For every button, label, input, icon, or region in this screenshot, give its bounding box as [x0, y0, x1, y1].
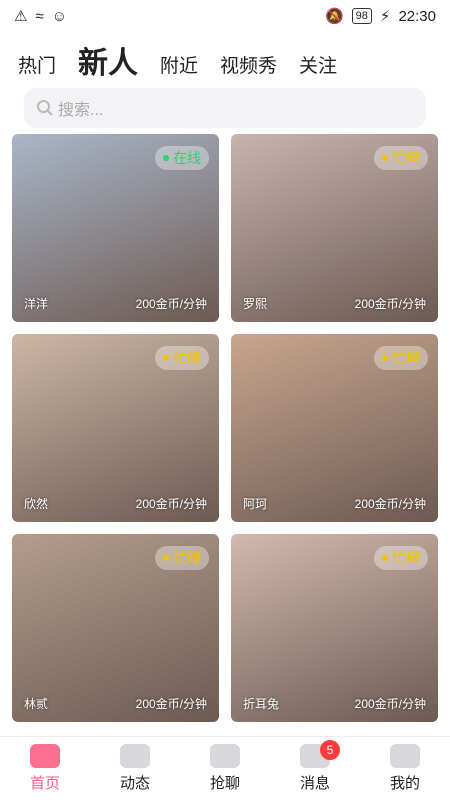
user-name: 林贰: [24, 697, 49, 711]
status-badge: 忙碌: [374, 146, 428, 170]
search-placeholder: 搜索...: [58, 102, 104, 119]
status-badge: 忙碌: [374, 346, 428, 370]
user-name: 阿珂: [243, 497, 268, 511]
status-badge: 忙碌: [374, 546, 428, 570]
chart-icon: [210, 744, 240, 768]
nav-item-1[interactable]: 动态: [100, 744, 170, 793]
status-dot-icon: [163, 155, 169, 161]
tab-follow[interactable]: 关注: [299, 51, 337, 86]
status-dot-icon: [163, 355, 169, 361]
tab-newcomer[interactable]: 新人: [78, 38, 138, 94]
alert-icon: ⚠: [14, 8, 28, 25]
mute-icon: 🔕: [324, 8, 344, 25]
unread-badge: 5: [320, 740, 340, 760]
nav-item-3[interactable]: 消息 5: [280, 740, 350, 793]
app-icon: ☺: [51, 7, 68, 25]
user-card[interactable]: 忙碌 罗熙 200金币/分钟: [231, 134, 438, 322]
nav-label: 动态: [119, 775, 150, 792]
status-badge: 在线: [155, 146, 209, 170]
status-label: 忙碌: [173, 350, 201, 366]
top-tabs: 热门 新人 附近 视频秀 关注: [0, 36, 450, 94]
nav-label: 我的: [389, 775, 420, 792]
user-name: 折耳兔: [243, 697, 280, 711]
wifi-icon: ≈: [35, 7, 44, 25]
call-price: 200金币/分钟: [354, 497, 426, 511]
status-label: 忙碌: [392, 550, 420, 566]
nav-label: 首页: [29, 775, 60, 792]
user-card[interactable]: 在线 洋洋 200金币/分钟: [12, 134, 219, 322]
status-dot-icon: [382, 555, 388, 561]
nav-label: 消息: [299, 775, 330, 792]
profile-icon: [390, 744, 420, 768]
status-label: 忙碌: [392, 150, 420, 166]
status-dot-icon: [382, 355, 388, 361]
call-price: 200金币/分钟: [135, 497, 207, 511]
clock: 22:30: [398, 7, 436, 25]
nav-label: 抢聊: [209, 775, 240, 792]
call-price: 200金币/分钟: [135, 297, 207, 311]
status-label: 在线: [173, 150, 201, 166]
user-card[interactable]: 忙碌 林贰 200金币/分钟: [12, 534, 219, 722]
battery-indicator: 98: [351, 8, 372, 24]
nav-item-2[interactable]: 抢聊: [190, 744, 260, 793]
user-card[interactable]: 忙碌 阿珂 200金币/分钟: [231, 334, 438, 522]
tab-hot[interactable]: 热门: [18, 51, 56, 86]
status-label: 忙碌: [173, 550, 201, 566]
status-dot-icon: [163, 555, 169, 561]
status-dot-icon: [382, 155, 388, 161]
status-bar: ⚠ ≈ ☺ 🔕 98 ⚡ 22:30: [0, 0, 450, 32]
search-input[interactable]: 搜索...: [24, 88, 426, 128]
call-price: 200金币/分钟: [354, 697, 426, 711]
user-name: 欣然: [24, 497, 49, 511]
status-label: 忙碌: [392, 350, 420, 366]
call-price: 200金币/分钟: [354, 297, 426, 311]
search-icon: [37, 100, 53, 116]
tab-nearby[interactable]: 附近: [160, 51, 198, 86]
nav-item-0[interactable]: 首页: [10, 744, 80, 793]
user-card-grid: 在线 洋洋 200金币/分钟 忙碌 罗熙 200金币/分钟 忙碌 欣然 200金…: [12, 134, 438, 722]
call-price: 200金币/分钟: [135, 697, 207, 711]
user-name: 罗熙: [243, 297, 268, 311]
user-card[interactable]: 忙碌 欣然 200金币/分钟: [12, 334, 219, 522]
status-badge: 忙碌: [155, 546, 209, 570]
nav-item-4[interactable]: 我的: [370, 744, 440, 793]
status-badge: 忙碌: [155, 346, 209, 370]
tab-video-show[interactable]: 视频秀: [220, 51, 277, 86]
charging-icon: ⚡: [379, 8, 391, 25]
user-card[interactable]: 忙碌 折耳兔 200金币/分钟: [231, 534, 438, 722]
pig-home-icon: [30, 744, 60, 768]
user-name: 洋洋: [24, 297, 49, 311]
tv-icon: [120, 744, 150, 768]
bottom-nav: 首页 动态 抢聊 消息 5 我的: [0, 736, 450, 800]
